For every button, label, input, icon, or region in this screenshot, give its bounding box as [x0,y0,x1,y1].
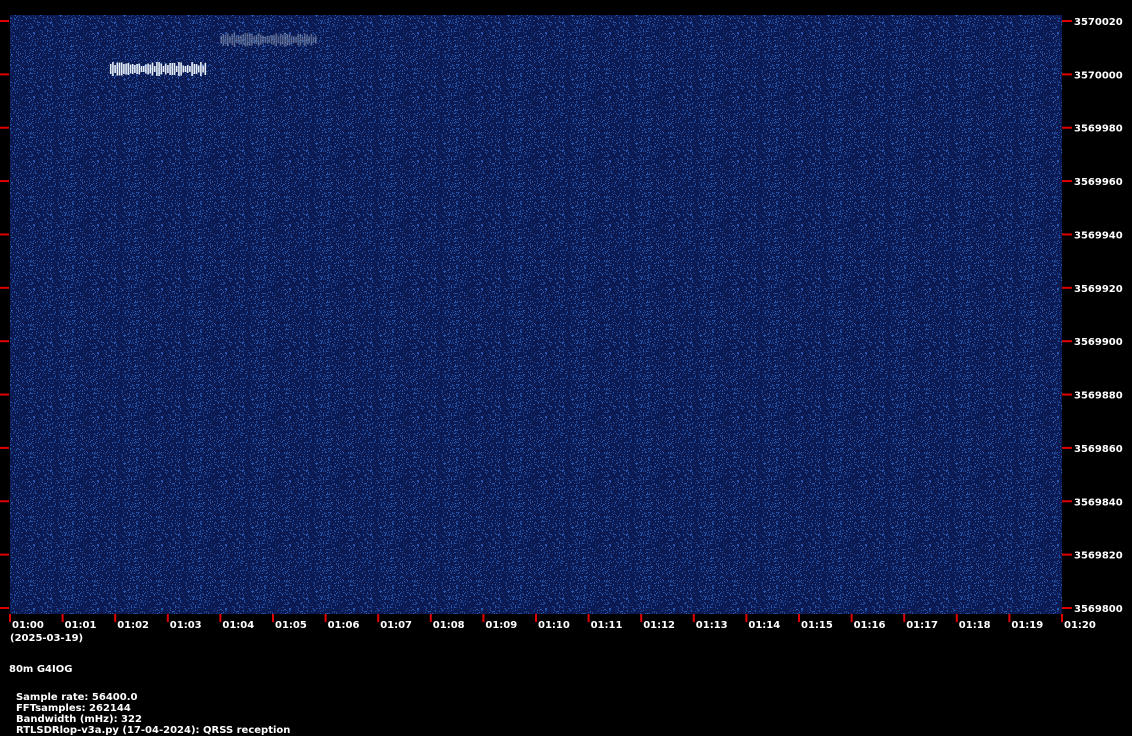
parameters-line: Sample rate: 56400.0 FFTsamples: 262144 … [9,681,302,736]
x-tick-label: 01:13 [696,620,728,631]
y-tick-label: 3569960 [1074,177,1123,188]
x-tick-label: 01:01 [65,620,97,631]
x-tick-label: 01:07 [380,620,412,631]
x-tick-label: 01:20 [1064,620,1096,631]
y-tick-label: 3569800 [1074,604,1123,615]
x-tick-label: 01:03 [170,620,202,631]
noise-overlay [10,15,1062,614]
software-label: RTLSDRlop-v3a.py (17-04-2024): QRSS rece… [15,725,291,736]
y-tick-label: 3569820 [1074,551,1123,562]
y-tick-label: 3569880 [1074,391,1123,402]
fft-samples-label: FFTsamples: 262144 [15,703,131,714]
y-tick-label: 3569860 [1074,444,1123,455]
x-tick-label: 01:05 [275,620,307,631]
x-tick-label: 01:08 [433,620,465,631]
y-tick-label: 3569920 [1074,284,1123,295]
x-tick-label: 01:14 [748,620,780,631]
y-tick-label: 3569900 [1074,337,1123,348]
x-tick-label: 01:11 [591,620,623,631]
x-tick-label: 01:10 [538,620,570,631]
spectrogram-chart: 3570020 3570000 3569980 3569960 3569940 35699… [0,15,1123,644]
sample-rate-label: Sample rate: 56400.0 [15,692,138,703]
x-tick-label: 01:00 [12,620,44,631]
x-tick-label: 01:17 [906,620,938,631]
y-tick-label: 3569940 [1074,230,1123,241]
x-tick-label: 01:09 [485,620,517,631]
y-tick-label: 3569980 [1074,124,1123,135]
station-label: 80m G4IOG [9,664,73,675]
x-date-label: (2025-03-19) [10,633,83,644]
x-tick-label: 01:12 [643,620,675,631]
x-tick-label: 01:04 [222,620,254,631]
y-tick-label: 3569840 [1074,497,1123,508]
x-tick-label: 01:19 [1011,620,1043,631]
y-tick-label: 3570020 [1074,17,1123,28]
x-tick-label: 01:02 [117,620,149,631]
bandwidth-label: Bandwidth (mHz): 322 [15,714,142,725]
x-tick-label: 01:06 [328,620,360,631]
x-tick-label: 01:18 [959,620,991,631]
x-tick-label: 01:15 [801,620,833,631]
y-tick-label: 3570000 [1074,70,1123,81]
x-tick-label: 01:16 [854,620,886,631]
